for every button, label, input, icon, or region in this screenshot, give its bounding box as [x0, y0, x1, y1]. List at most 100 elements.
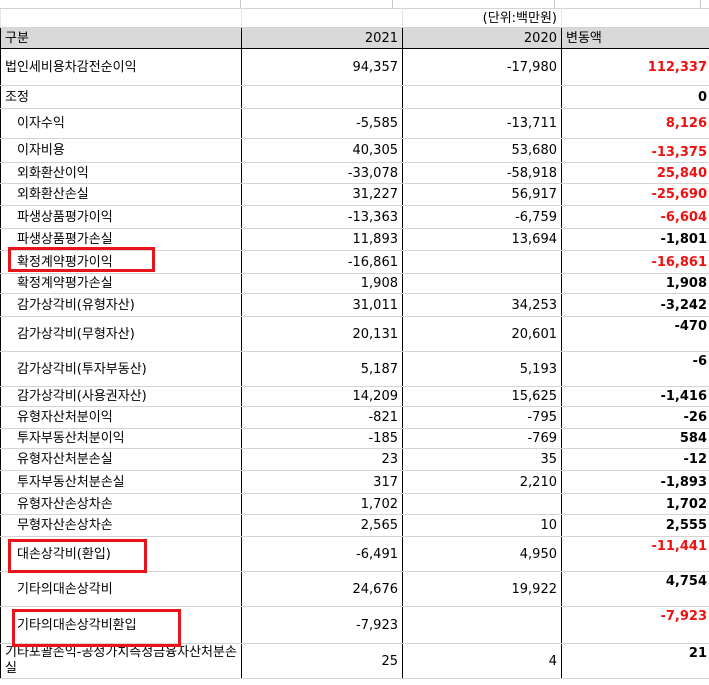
row-label[interactable]: 조정	[0, 85, 242, 109]
cell[interactable]	[0, 8, 242, 28]
value-change[interactable]: -470	[561, 316, 709, 352]
value-change[interactable]: -11,441	[561, 536, 709, 572]
value-2021[interactable]: -6,491	[241, 536, 403, 572]
row-label[interactable]: 감가상각비(사용권자산)	[0, 386, 242, 407]
value-change[interactable]: 1,702	[561, 493, 709, 515]
value-2021[interactable]: 31,227	[241, 183, 403, 206]
value-2020[interactable]: 56,917	[402, 183, 562, 206]
value-2021[interactable]: 20,131	[241, 316, 403, 352]
value-2020[interactable]	[402, 85, 562, 109]
value-2020[interactable]: 15,625	[402, 386, 562, 407]
row-label[interactable]: 감가상각비(유형자산)	[0, 293, 242, 317]
row-label[interactable]: 투자부동산처분손실	[0, 470, 242, 494]
value-2021[interactable]: 40,305	[241, 138, 403, 163]
value-2020[interactable]: 19,922	[402, 571, 562, 607]
value-2021[interactable]: -33,078	[241, 162, 403, 184]
value-change[interactable]: -1,801	[561, 228, 709, 251]
row-label[interactable]: 감가상각비(투자부동산)	[0, 351, 242, 387]
value-2021[interactable]: 1,702	[241, 493, 403, 515]
row-label[interactable]: 대손상각비(환입)	[0, 536, 242, 572]
row-label[interactable]: 확정계약평가손실	[0, 273, 242, 294]
value-2021[interactable]: -13,363	[241, 205, 403, 229]
row-label[interactable]: 이자비용	[0, 138, 242, 163]
value-change[interactable]: -16,861	[561, 250, 709, 274]
header-category[interactable]: 구분	[0, 27, 242, 49]
value-change[interactable]: -13,375	[561, 138, 709, 163]
value-2021[interactable]: -16,861	[241, 250, 403, 274]
value-2020[interactable]: -769	[402, 428, 562, 449]
value-2021[interactable]: 23	[241, 448, 403, 471]
value-change[interactable]: 0	[561, 85, 709, 109]
row-label[interactable]: 유형자산손상차손	[0, 493, 242, 515]
header-2020[interactable]: 2020	[402, 27, 562, 49]
row-label[interactable]: 이자수익	[0, 108, 242, 139]
value-2021[interactable]: 11,893	[241, 228, 403, 251]
value-2021[interactable]: 1,908	[241, 273, 403, 294]
value-2020[interactable]: 4	[402, 643, 562, 679]
value-2021[interactable]	[241, 85, 403, 109]
value-2020[interactable]: 13,694	[402, 228, 562, 251]
cell[interactable]	[561, 8, 709, 28]
row-label[interactable]: 법인세비용차감전순이익	[0, 48, 242, 86]
unit-note[interactable]: (단위:백만원)	[402, 8, 562, 28]
value-change[interactable]: -25,690	[561, 183, 709, 206]
value-change[interactable]: 112,337	[561, 48, 709, 86]
header-change[interactable]: 변동액	[561, 27, 709, 49]
value-2020[interactable]: 4,950	[402, 536, 562, 572]
row-label[interactable]: 감가상각비(무형자산)	[0, 316, 242, 352]
value-change[interactable]: 21	[561, 643, 709, 679]
row-label[interactable]: 파생상품평가이익	[0, 205, 242, 229]
value-change[interactable]: 584	[561, 428, 709, 449]
row-label[interactable]: 확정계약평가이익	[0, 250, 242, 274]
cell[interactable]	[241, 8, 403, 28]
value-2020[interactable]: -6,759	[402, 205, 562, 229]
value-2021[interactable]: 25	[241, 643, 403, 679]
value-2021[interactable]: 31,011	[241, 293, 403, 317]
value-change[interactable]: -12	[561, 448, 709, 471]
row-label[interactable]: 외화환산손실	[0, 183, 242, 206]
value-change[interactable]: -7,923	[561, 606, 709, 644]
value-2021[interactable]: 14,209	[241, 386, 403, 407]
value-2020[interactable]: 2,210	[402, 470, 562, 494]
row-label[interactable]: 유형자산처분손실	[0, 448, 242, 471]
row-label[interactable]: 기타의대손상각비환입	[0, 606, 242, 644]
row-label[interactable]: 외화환산이익	[0, 162, 242, 184]
row-label[interactable]: 기타포괄손익-공정가치측정금융자산처분손실	[0, 643, 242, 679]
row-label[interactable]: 기타의대손상각비	[0, 571, 242, 607]
value-2020[interactable]: 10	[402, 514, 562, 537]
row-label[interactable]: 무형자산손상차손	[0, 514, 242, 537]
value-change[interactable]: 4,754	[561, 571, 709, 607]
value-2020[interactable]: 20,601	[402, 316, 562, 352]
value-2020[interactable]: 34,253	[402, 293, 562, 317]
value-change[interactable]: -1,416	[561, 386, 709, 407]
row-label[interactable]: 유형자산처분이익	[0, 406, 242, 429]
value-change[interactable]: -6,604	[561, 205, 709, 229]
value-2021[interactable]: 94,357	[241, 48, 403, 86]
value-2020[interactable]	[402, 606, 562, 644]
value-change[interactable]: -26	[561, 406, 709, 429]
value-change[interactable]: 8,126	[561, 108, 709, 139]
value-2020[interactable]: 35	[402, 448, 562, 471]
value-change[interactable]: -6	[561, 351, 709, 387]
row-label[interactable]: 파생상품평가손실	[0, 228, 242, 251]
value-2020[interactable]: -17,980	[402, 48, 562, 86]
value-2021[interactable]: 2,565	[241, 514, 403, 537]
value-2020[interactable]	[402, 273, 562, 294]
value-2021[interactable]: -7,923	[241, 606, 403, 644]
value-change[interactable]: 25,840	[561, 162, 709, 184]
value-change[interactable]: -3,242	[561, 293, 709, 317]
value-change[interactable]: 1,908	[561, 273, 709, 294]
value-change[interactable]: -1,893	[561, 470, 709, 494]
value-2020[interactable]: 5,193	[402, 351, 562, 387]
value-2021[interactable]: 317	[241, 470, 403, 494]
value-2021[interactable]: -821	[241, 406, 403, 429]
row-label[interactable]: 투자부동산처분이익	[0, 428, 242, 449]
value-2021[interactable]: -5,585	[241, 108, 403, 139]
value-2020[interactable]	[402, 250, 562, 274]
value-2020[interactable]	[402, 493, 562, 515]
value-2020[interactable]: -13,711	[402, 108, 562, 139]
value-2020[interactable]: -795	[402, 406, 562, 429]
value-2020[interactable]: -58,918	[402, 162, 562, 184]
header-2021[interactable]: 2021	[241, 27, 403, 49]
value-2021[interactable]: 24,676	[241, 571, 403, 607]
